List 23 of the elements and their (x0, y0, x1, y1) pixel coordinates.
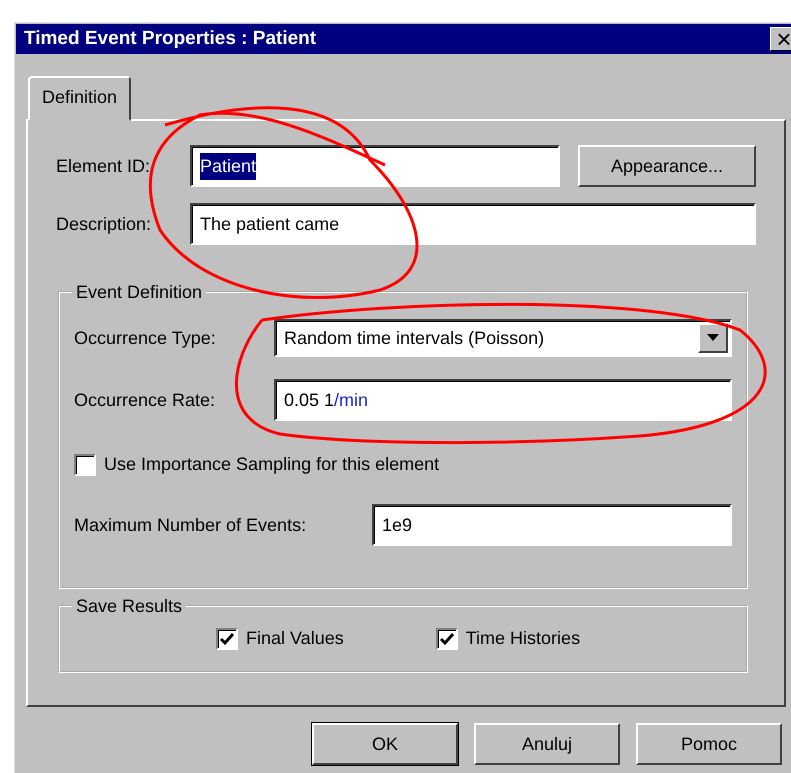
checkbox[interactable] (436, 628, 458, 650)
field-label: Occurrence Type: (74, 326, 217, 350)
occurrence-rate-field[interactable]: 0.05 1/min (274, 379, 732, 421)
field-label: Element ID: (56, 154, 152, 178)
dialog-button[interactable]: Pomoc (636, 723, 782, 765)
checkbox-label: Time Histories (466, 627, 580, 650)
window-title: Timed Event Properties : Patient (24, 26, 316, 51)
dialog-button[interactable]: OK (312, 723, 458, 765)
dialog-button[interactable]: Anuluj (474, 723, 620, 765)
tab[interactable]: Definition (28, 76, 132, 121)
checkbox[interactable] (74, 454, 96, 476)
max-events-field[interactable]: 1e9 (372, 504, 732, 546)
description-field[interactable]: The patient came (190, 203, 756, 245)
checkbox-label: Use Importance Sampling for this element (104, 453, 440, 476)
field-label: Description: (56, 212, 152, 236)
occurrence-type-dropdown[interactable]: Random time intervals (Poisson) (274, 319, 732, 357)
close-button[interactable]: × (770, 27, 791, 51)
element-id-field[interactable]: Patient (190, 145, 560, 187)
field-label: Maximum Number of Events: (74, 514, 308, 536)
field-label: Occurrence Rate: (74, 388, 216, 412)
appearance-button[interactable]: Appearance... (578, 145, 756, 187)
checkbox-label: Final Values (246, 627, 344, 650)
checkbox[interactable] (216, 628, 238, 650)
